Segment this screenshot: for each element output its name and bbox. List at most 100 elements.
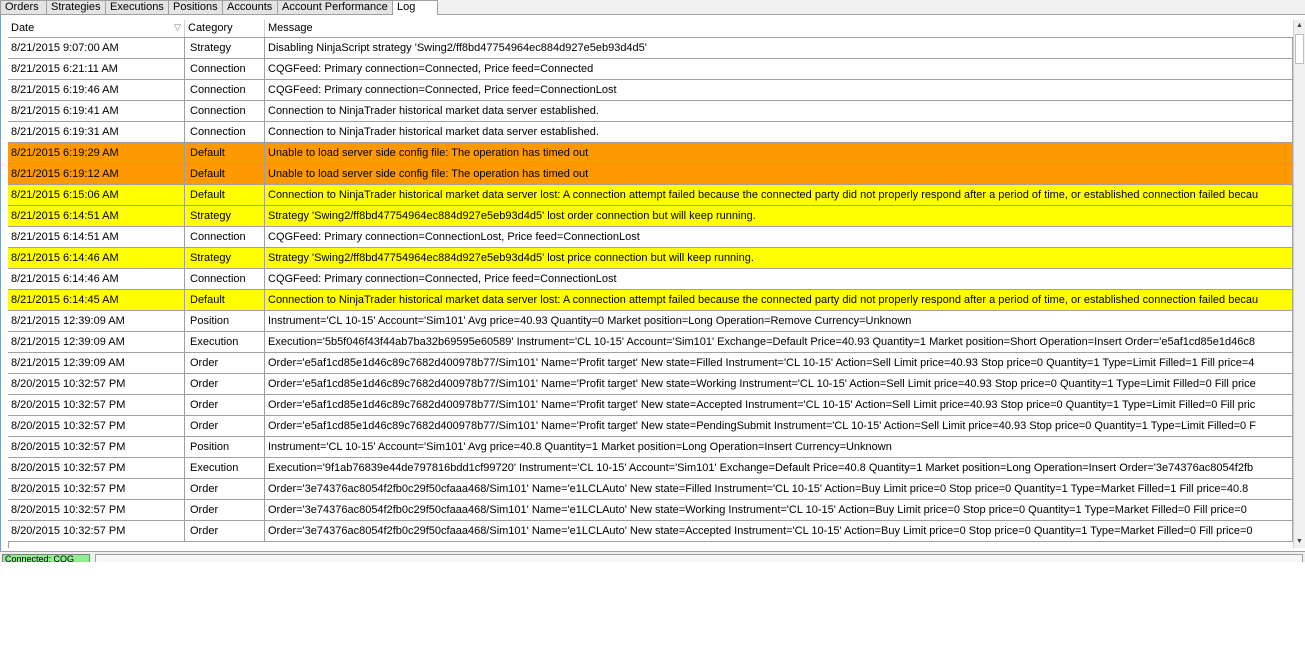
tab-positions[interactable]: Positions: [168, 0, 223, 14]
table-row[interactable]: 8/21/2015 6:19:46 AM Connection CQGFeed: P…: [8, 80, 1293, 101]
tab-strategies[interactable]: Strategies: [46, 0, 106, 14]
table-row[interactable]: 8/20/2015 10:32:57 PM Order Order='3e74376…: [8, 521, 1293, 542]
table-row[interactable]: 8/20/2015 10:32:57 PM Order Order='3e74376…: [8, 500, 1293, 521]
table-row[interactable]: 8/21/2015 6:14:46 AM Connection CQGFeed: P…: [8, 269, 1293, 290]
date-cell: 8/21/2015 6:19:12 AM: [8, 164, 185, 185]
table-row[interactable]: 8/21/2015 6:14:51 AM Strategy Strategy 'Sw…: [8, 206, 1293, 227]
column-header-category[interactable]: Category: [185, 20, 265, 37]
category-cell: Default: [185, 185, 265, 206]
date-cell: 8/20/2015 10:32:57 PM: [8, 416, 185, 437]
category-cell: Position: [185, 437, 265, 458]
column-header-label: Date: [11, 22, 35, 34]
date-cell: 8/21/2015 6:15:06 AM: [8, 185, 185, 206]
message-cell: Order='3e74376ac8054f2fb0c29f50cfaaa468/…: [265, 521, 1293, 542]
column-header-label: Message: [268, 22, 313, 34]
table-row[interactable]: 8/21/2015 6:19:29 AM Default Unable to loa…: [8, 143, 1293, 164]
category-cell: Connection: [185, 122, 265, 143]
category-cell: Order: [185, 353, 265, 374]
category-cell: Order: [185, 416, 265, 437]
table-row[interactable]: 8/21/2015 6:14:51 AM Connection CQGFeed: P…: [8, 227, 1293, 248]
message-cell: Order='e5af1cd85e1d46c89c7682d400978b77/…: [265, 416, 1293, 437]
category-cell: Connection: [185, 59, 265, 80]
table-row[interactable]: 8/21/2015 12:39:09 AM Position Instrument=…: [8, 311, 1293, 332]
category-cell: Connection: [185, 80, 265, 101]
category-cell: Order: [185, 521, 265, 542]
message-cell: CQGFeed: Primary connection=Connected, P…: [265, 269, 1293, 290]
message-cell: Order='e5af1cd85e1d46c89c7682d400978b77/…: [265, 374, 1293, 395]
category-cell: Default: [185, 164, 265, 185]
table-row[interactable]: 8/21/2015 6:14:45 AM Default Connection to…: [8, 290, 1293, 311]
table-row[interactable]: 8/20/2015 10:32:57 PM Execution Execution=…: [8, 458, 1293, 479]
category-cell: Strategy: [185, 206, 265, 227]
tab-bar: Orders Strategies Executions Positions A…: [0, 0, 1305, 15]
table-row[interactable]: 8/21/2015 6:21:11 AM Connection CQGFeed: P…: [8, 59, 1293, 80]
message-cell: Order='3e74376ac8054f2fb0c29f50cfaaa468/…: [265, 479, 1293, 500]
category-cell: Order: [185, 395, 265, 416]
date-cell: 8/20/2015 10:32:57 PM: [8, 521, 185, 542]
tab-account-performance[interactable]: Account Performance: [277, 0, 393, 14]
message-cell: CQGFeed: Primary connection=ConnectionLo…: [265, 227, 1293, 248]
category-cell: Connection: [185, 269, 265, 290]
message-cell: Unable to load server side config file: …: [265, 164, 1293, 185]
category-cell: Default: [185, 290, 265, 311]
message-cell: Disabling NinjaScript strategy 'Swing2/f…: [265, 38, 1293, 59]
tab-label: Strategies: [51, 1, 101, 13]
category-cell: Connection: [185, 101, 265, 122]
tab-label: Accounts: [227, 1, 273, 13]
category-cell: Default: [185, 143, 265, 164]
tab-label: Log: [397, 1, 416, 13]
message-cell: Connection to NinjaTrader historical mar…: [265, 185, 1293, 206]
date-cell: 8/21/2015 6:21:11 AM: [8, 59, 185, 80]
table-row[interactable]: 8/21/2015 12:39:09 AM Order Order='e5af1cd…: [8, 353, 1293, 374]
date-cell: 8/21/2015 12:39:09 AM: [8, 311, 185, 332]
tab-label: Positions: [173, 1, 218, 13]
category-cell: Strategy: [185, 38, 265, 59]
scroll-down-arrow-icon[interactable]: ▼: [1294, 536, 1305, 548]
date-cell: 8/21/2015 6:19:29 AM: [8, 143, 185, 164]
message-cell: Order='e5af1cd85e1d46c89c7682d400978b77/…: [265, 395, 1293, 416]
grid-header: Date ▽ Category Message: [8, 20, 1293, 38]
table-row[interactable]: 8/21/2015 12:39:09 AM Execution Execution=…: [8, 332, 1293, 353]
message-cell: Order='3e74376ac8054f2fb0c29f50cfaaa468/…: [265, 500, 1293, 521]
category-cell: Order: [185, 374, 265, 395]
table-row[interactable]: 8/20/2015 10:32:57 PM Order Order='3e74376…: [8, 479, 1293, 500]
table-row[interactable]: 8/20/2015 10:32:57 PM Order Order='e5af1cd…: [8, 416, 1293, 437]
vertical-scrollbar[interactable]: ▲ ▼: [1293, 20, 1305, 548]
message-cell: Connection to NinjaTrader historical mar…: [265, 290, 1293, 311]
table-row[interactable]: 8/21/2015 9:07:00 AM Strategy Disabling Ni…: [8, 38, 1293, 59]
category-cell: Strategy: [185, 248, 265, 269]
scroll-up-arrow-icon[interactable]: ▲: [1294, 20, 1305, 32]
message-cell: CQGFeed: Primary connection=Connected, P…: [265, 59, 1293, 80]
scrollbar-thumb[interactable]: [1295, 34, 1304, 64]
table-row[interactable]: 8/21/2015 6:14:46 AM Strategy Strategy 'Sw…: [8, 248, 1293, 269]
column-header-date[interactable]: Date: [8, 20, 185, 37]
table-row[interactable]: 8/20/2015 10:32:57 PM Position Instrument=…: [8, 437, 1293, 458]
table-row[interactable]: 8/21/2015 6:19:12 AM Default Unable to loa…: [8, 164, 1293, 185]
table-row[interactable]: 8/20/2015 10:32:57 PM Order Order='e5af1cd…: [8, 395, 1293, 416]
tab-log[interactable]: Log: [392, 0, 438, 15]
message-cell: Execution='9f1ab76839e44de797816bdd1cf99…: [265, 458, 1293, 479]
status-bar: Connected: CQG: [0, 551, 1305, 562]
table-row[interactable]: 8/20/2015 10:32:57 PM Order Order='e5af1cd…: [8, 374, 1293, 395]
tab-accounts[interactable]: Accounts: [222, 0, 278, 14]
date-cell: 8/21/2015 6:14:51 AM: [8, 227, 185, 248]
column-header-label: Category: [188, 22, 233, 34]
date-cell: 8/20/2015 10:32:57 PM: [8, 437, 185, 458]
table-row[interactable]: 8/21/2015 6:15:06 AM Default Connection to…: [8, 185, 1293, 206]
category-cell: Order: [185, 500, 265, 521]
date-cell: 8/21/2015 6:19:46 AM: [8, 80, 185, 101]
message-cell: Instrument='CL 10-15' Account='Sim101' A…: [265, 437, 1293, 458]
category-cell: Execution: [185, 458, 265, 479]
table-row[interactable]: 8/21/2015 6:19:41 AM Connection Connection…: [8, 101, 1293, 122]
sort-descending-icon: ▽: [174, 22, 181, 32]
message-cell: CQGFeed: Primary connection=Connected, P…: [265, 80, 1293, 101]
tab-label: Orders: [5, 1, 39, 13]
table-row[interactable]: 8/21/2015 6:19:31 AM Connection Connection…: [8, 122, 1293, 143]
date-cell: 8/21/2015 6:14:46 AM: [8, 248, 185, 269]
status-bar-panel: [95, 554, 1303, 562]
tab-executions[interactable]: Executions: [105, 0, 169, 14]
message-cell: Instrument='CL 10-15' Account='Sim101' A…: [265, 311, 1293, 332]
column-header-message[interactable]: Message: [265, 20, 1293, 37]
date-cell: 8/20/2015 10:32:57 PM: [8, 458, 185, 479]
tab-orders[interactable]: Orders: [0, 0, 47, 14]
